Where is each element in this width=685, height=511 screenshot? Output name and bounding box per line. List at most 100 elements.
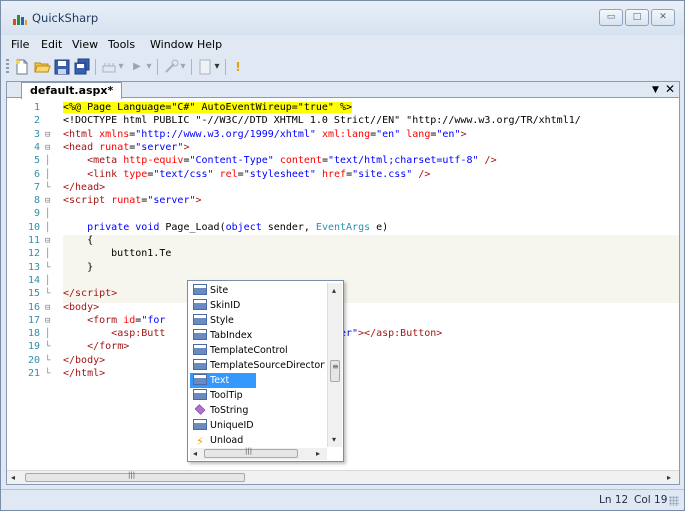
code-line[interactable]: 12 │ button1.Te [7,248,679,260]
fold-toggle-icon[interactable]: ⊟ [45,302,61,314]
tab-default-aspx[interactable]: default.aspx* [21,82,123,99]
code-text[interactable]: <!DOCTYPE html PUBLIC "-//W3C//DTD XHTML… [63,115,581,127]
maximize-button[interactable]: □ [625,9,649,26]
scroll-right-icon[interactable]: ▸ [316,449,320,458]
code-line[interactable]: 4 ⊟ <head runat="server"> [7,142,679,154]
title-bar[interactable]: QuickSharp ▭ □ ✕ [1,1,684,35]
line-number: 2 [33,115,40,127]
save-all-icon[interactable] [73,58,91,76]
completion-list[interactable]: Site SkinID Style TabIndex TemplateControl Te… [190,283,325,447]
new-file-icon[interactable] [13,58,31,76]
completion-item[interactable]: ToolTip [190,388,325,403]
fold-toggle-icon[interactable]: ⊟ [45,315,61,327]
page-dropdown-icon[interactable]: ▾ [212,58,222,76]
code-text[interactable]: </form> [63,341,129,353]
scroll-up-icon[interactable]: ▴ [332,286,336,295]
toolbar-grip[interactable] [6,59,9,75]
code-text[interactable]: } [63,262,93,274]
code-text[interactable]: <body> [63,302,99,314]
completion-item[interactable]: Text [190,373,256,388]
line-number: 6 [33,168,40,180]
line-number: 14 [27,274,40,286]
code-text[interactable]: <script runat="server"> [63,195,202,207]
line-number: 17 [27,314,40,326]
code-text[interactable]: private void Page_Load(object sender, Ev… [63,222,388,234]
thumb-grip-icon: ||| [128,471,136,479]
completion-item-label: Style [210,315,234,326]
menu-file[interactable]: File [11,38,29,51]
code-text[interactable]: <meta http-equiv="Content-Type" content=… [63,155,497,167]
code-text[interactable]: button1.Te [63,248,171,260]
editor-horizontal-scrollbar[interactable]: ◂ ||| ▸ [7,470,679,484]
code-text[interactable]: </head> [63,182,105,194]
scroll-thumb[interactable]: ||| [25,471,245,482]
tools-dropdown-icon[interactable]: ▾ [178,58,188,76]
line-number: 12 [27,248,40,260]
completion-item[interactable]: ⚡ Unload [190,433,325,447]
code-line[interactable]: 11 ⊟ { [7,235,679,247]
property-icon [193,374,207,385]
code-text[interactable]: <link type="text/css" rel="stylesheet" h… [63,169,430,181]
save-icon[interactable] [53,58,71,76]
completion-item[interactable]: Site [190,283,325,298]
code-text[interactable]: <%@ Page Language="C#" AutoEventWireup="… [63,102,352,114]
line-number: 21 [27,368,40,379]
completion-item[interactable]: UniqueID [190,418,325,433]
completion-item[interactable]: Style [190,313,325,328]
code-line[interactable]: 13 └ } [7,262,679,274]
scroll-down-icon[interactable]: ▾ [332,435,336,444]
fold-toggle-icon[interactable]: ⊟ [45,235,61,247]
code-text[interactable]: <head runat="server"> [63,142,189,154]
code-line[interactable]: 6 │ <link type="text/css" rel="stylesheet… [7,169,679,181]
code-text[interactable]: </script> [63,288,117,300]
scroll-left-icon[interactable]: ◂ [11,473,15,482]
tab-list-dropdown-icon[interactable]: ▼ [652,82,659,98]
completion-horizontal-scrollbar[interactable]: ◂ ||| ▸ [190,447,327,460]
code-text[interactable]: <html xmlns="http://www.w3.org/1999/xhtm… [63,129,467,141]
fold-guide: └ [45,182,51,193]
completion-vertical-scrollbar[interactable]: ▴ ≡ ▾ [327,283,342,447]
menu-help[interactable]: Help [197,38,222,51]
menu-tools[interactable]: Tools [108,38,135,51]
code-line[interactable]: 7 └ </head> [7,182,679,194]
code-text[interactable]: </body> [63,355,105,367]
fold-toggle-icon[interactable]: ⊟ [45,142,61,154]
completion-item[interactable]: SkinID [190,298,325,313]
tab-close-icon[interactable]: ✕ [665,81,675,97]
code-line[interactable]: 3 ⊟ <html xmlns="http://www.w3.org/1999/xh… [7,129,679,141]
scroll-thumb[interactable]: ||| [204,447,298,458]
toolbar-separator [157,59,158,75]
completion-item[interactable]: TemplateControl [190,343,325,358]
build-dropdown-icon[interactable]: ▾ [116,58,126,76]
code-line[interactable]: 1 <%@ Page Language="C#" AutoEventWireup=… [7,102,679,114]
completion-item[interactable]: ToString [190,403,325,418]
scroll-left-icon[interactable]: ◂ [193,449,197,458]
scroll-thumb[interactable]: ≡ [330,359,340,382]
completion-item[interactable]: TabIndex [190,328,325,343]
alert-icon[interactable]: ! [229,58,247,76]
scroll-right-icon[interactable]: ▸ [667,473,671,482]
code-line[interactable]: 9 │ [7,208,679,220]
resize-grip-icon[interactable] [669,496,679,506]
code-line[interactable]: 10 │ private void Page_Load(object sender… [7,222,679,234]
menu-view[interactable]: View [72,38,98,51]
app-logo-icon [13,13,27,25]
toolbar-separator [191,59,192,75]
menu-edit[interactable]: Edit [41,38,62,51]
close-button[interactable]: ✕ [651,9,675,26]
code-text[interactable]: <form id="for [63,315,165,327]
run-dropdown-icon[interactable]: ▾ [144,58,154,76]
code-line[interactable]: 2 <!DOCTYPE html PUBLIC "-//W3C//DTD XHTM… [7,115,679,127]
code-line[interactable]: 5 │ <meta http-equiv="Content-Type" conte… [7,155,679,167]
fold-guide: └ [45,262,51,273]
completion-item[interactable]: TemplateSourceDirectory [190,358,325,373]
fold-toggle-icon[interactable]: ⊟ [45,129,61,141]
open-folder-icon[interactable] [33,58,51,76]
code-line[interactable]: 8 ⊟ <script runat="server"> [7,195,679,207]
code-text[interactable]: </html> [63,368,105,380]
code-text[interactable]: { [63,235,93,247]
fold-toggle-icon[interactable]: ⊟ [45,195,61,207]
fold-guide: └ [45,355,51,366]
menu-window[interactable]: Window [150,38,193,51]
minimize-button[interactable]: ▭ [599,9,623,26]
